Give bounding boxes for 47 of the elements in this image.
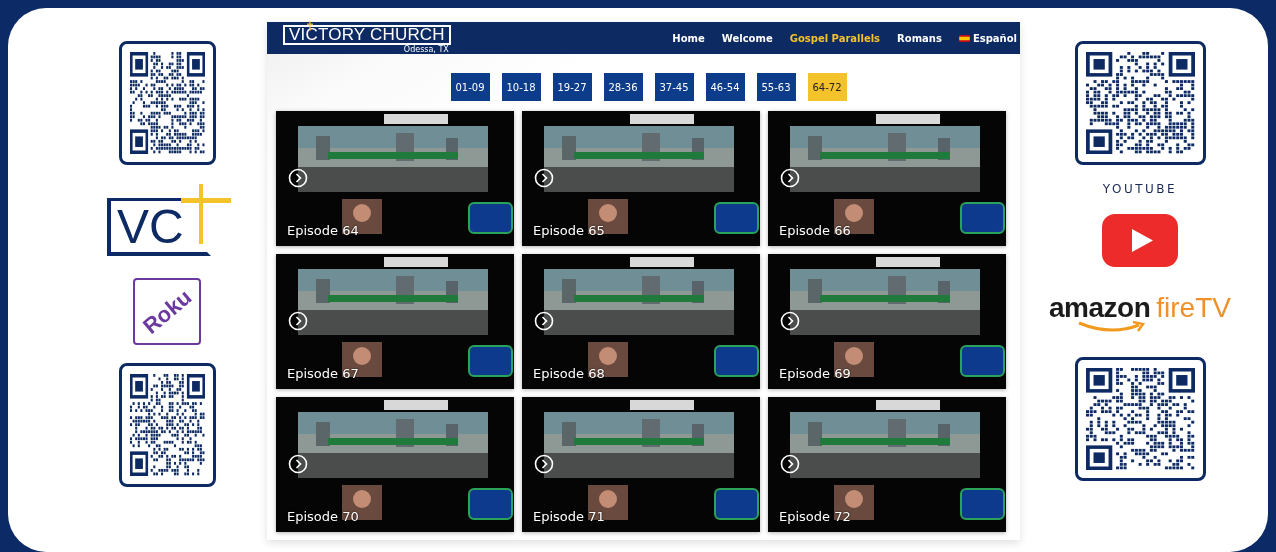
video-card[interactable]: Episode 71	[522, 397, 760, 532]
video-card[interactable]: Episode 67	[276, 254, 514, 389]
range-button[interactable]: 37-45	[654, 73, 694, 101]
video-card[interactable]: Episode 65	[522, 111, 760, 246]
play-icon[interactable]	[780, 311, 800, 331]
video-card[interactable]: Episode 69	[768, 254, 1006, 389]
play-icon[interactable]	[534, 311, 554, 331]
range-button[interactable]: 55-63	[756, 73, 796, 101]
episode-caption: Episode 66	[779, 223, 851, 238]
video-card[interactable]: Episode 64	[276, 111, 514, 246]
play-icon[interactable]	[288, 168, 308, 188]
range-button[interactable]: 01-09	[450, 73, 490, 101]
video-card[interactable]: Episode 70	[276, 397, 514, 532]
youtube-icon[interactable]	[1102, 214, 1178, 267]
play-icon[interactable]	[780, 168, 800, 188]
logo-place: Odessa, TX	[403, 44, 449, 54]
play-icon[interactable]	[288, 311, 308, 331]
episode-caption: Episode 69	[779, 366, 851, 381]
range-button[interactable]: 10-18	[501, 73, 541, 101]
episode-caption: Episode 64	[287, 223, 359, 238]
play-icon[interactable]	[288, 454, 308, 474]
play-icon[interactable]	[534, 454, 554, 474]
episode-caption: Episode 67	[287, 366, 359, 381]
episode-caption: Episode 68	[533, 366, 605, 381]
play-icon[interactable]	[534, 168, 554, 188]
range-button[interactable]: 28-36	[603, 73, 643, 101]
episode-caption: Episode 71	[533, 509, 605, 524]
episode-caption: Episode 72	[779, 509, 851, 524]
episode-caption: Episode 70	[287, 509, 359, 524]
youtube-label: YOUTUBE	[1102, 182, 1178, 196]
range-button[interactable]: 19-27	[552, 73, 592, 101]
logo-name: VICTORY CHURCH	[289, 26, 445, 43]
nav-link[interactable]: Home	[672, 32, 705, 44]
nav-link[interactable]: Romans	[897, 32, 942, 44]
range-button[interactable]: 46-54	[705, 73, 745, 101]
nav-link[interactable]: Welcome	[721, 32, 773, 44]
video-card[interactable]: Episode 72	[768, 397, 1006, 532]
logo-frame[interactable]: VICTORY CHURCH	[283, 24, 451, 45]
nav-link[interactable]: Gospel Parallels	[789, 32, 881, 44]
video-card[interactable]: Episode 66	[768, 111, 1006, 246]
amazon-fire-tv-logo: amazon fireTV	[1049, 293, 1231, 333]
nav-link[interactable]: Español	[958, 32, 1017, 44]
range-button[interactable]: 64-72	[807, 73, 847, 101]
episode-caption: Episode 65	[533, 223, 605, 238]
video-card[interactable]: Episode 68	[522, 254, 760, 389]
play-icon[interactable]	[780, 454, 800, 474]
vc-logo: VC	[107, 184, 231, 258]
